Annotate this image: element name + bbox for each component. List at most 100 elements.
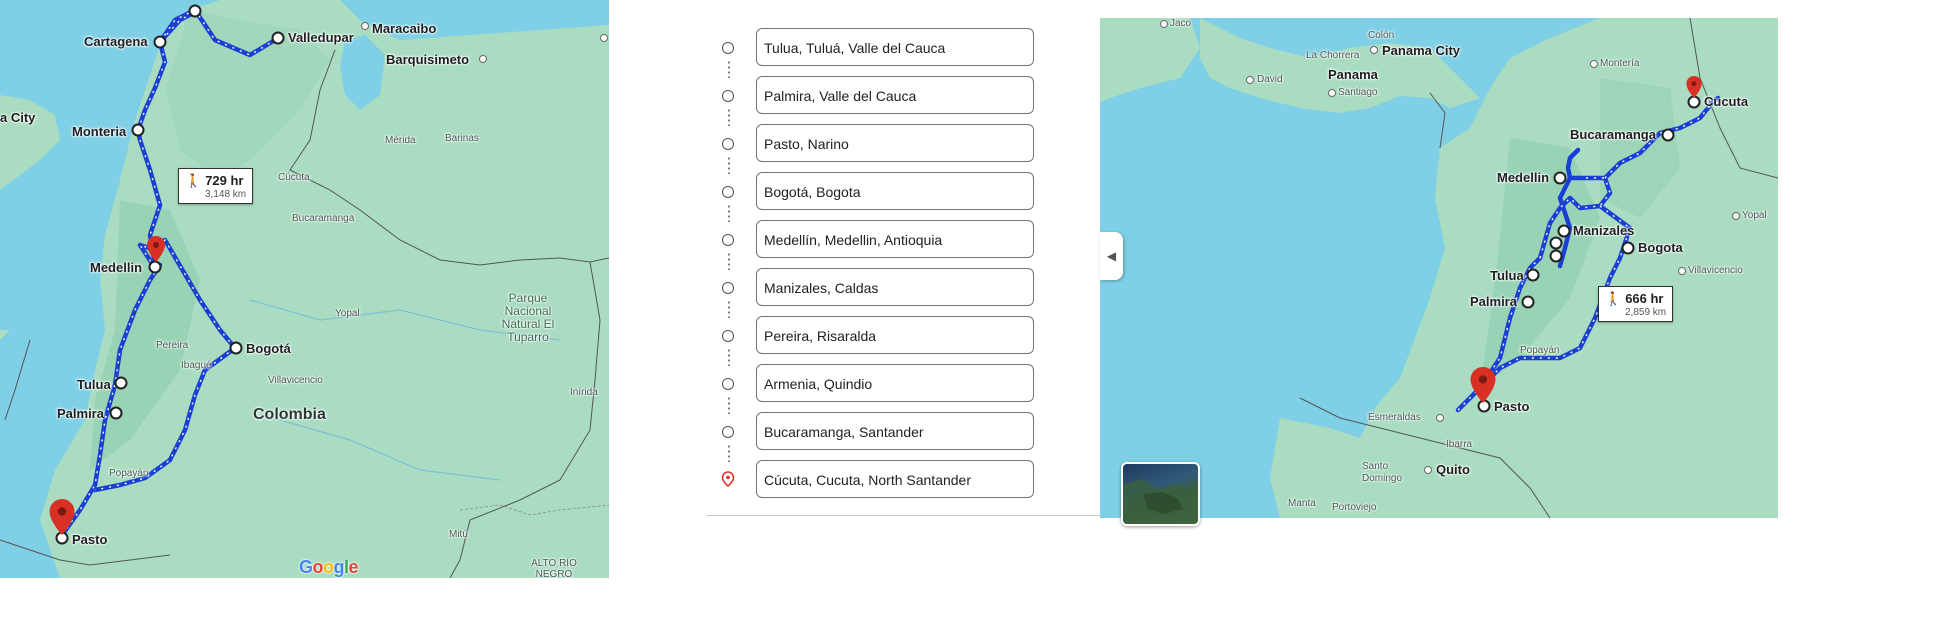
route-distance: 3,148 km — [205, 189, 247, 200]
place-dot — [1590, 60, 1598, 68]
waypoint-row: Bucaramanga, Santander — [707, 412, 1100, 462]
walking-icon: 🚶 — [185, 173, 202, 188]
stop-marker[interactable] — [1549, 236, 1563, 250]
map-label-popayan: Popayán — [1520, 345, 1560, 356]
map-label-monteria: Monteria — [72, 124, 127, 139]
map-label-inirida: Inírida — [570, 387, 598, 398]
route-map-left[interactable]: 🚶 729 hr 3,148 km Cartagena Valledupar Mo… — [0, 0, 609, 578]
map-label-pasto: Pasto — [1494, 399, 1530, 414]
waypoint-row: Cúcuta, Cucuta, North Santander — [707, 460, 1100, 500]
map-label-alto-rio-negro: ALTO RÍO NEGRO — [531, 558, 577, 578]
stop-marker[interactable] — [131, 123, 145, 137]
map-label-park: Parque Nacional Natural El Tuparro — [501, 291, 555, 344]
waypoint-input[interactable]: Pereira, Risaralda — [756, 316, 1034, 354]
map-label-ibague: Ibagué — [181, 360, 212, 371]
map-label-panama-city: a City — [0, 110, 36, 125]
waypoint-input[interactable]: Bucaramanga, Santander — [756, 412, 1034, 450]
waypoint-input[interactable]: Manizales, Caldas — [756, 268, 1034, 306]
walking-icon: 🚶 — [1605, 291, 1622, 306]
route-distance: 2,859 km — [1625, 307, 1667, 318]
map-label-yopal: Yopal — [1742, 210, 1767, 221]
map-label-cucuta: Cúcuta — [278, 172, 310, 183]
map-label-cucuta: Cucuta — [1704, 94, 1749, 109]
waypoint-input[interactable]: Tulua, Tuluá, Valle del Cauca — [756, 28, 1034, 66]
satellite-layer-icon — [1123, 479, 1198, 524]
map-label-maracaibo: Maracaibo — [372, 21, 437, 36]
google-logo: Google — [299, 557, 359, 577]
map-terrain — [0, 0, 609, 578]
collapse-panel-button[interactable]: ◀ — [1100, 232, 1123, 280]
map-label-ibarra: Ibarra — [1446, 439, 1473, 450]
map-label-pereira: Pereira — [156, 340, 189, 351]
route-duration-box[interactable]: 🚶 729 hr 3,148 km — [178, 168, 254, 204]
stop-marker[interactable] — [1553, 171, 1567, 185]
waypoint-input[interactable]: Medellín, Medellin, Antioquia — [756, 220, 1034, 258]
waypoint-row: Bogotá, Bogota — [707, 172, 1100, 222]
stop-marker[interactable] — [1526, 268, 1540, 282]
waypoint-input[interactable]: Bogotá, Bogota — [756, 172, 1034, 210]
location-pin-icon[interactable] — [1686, 76, 1702, 98]
place-dot — [479, 55, 487, 63]
stop-marker[interactable] — [153, 35, 167, 49]
stop-marker[interactable] — [109, 406, 123, 420]
map-label-la-chorrera: La Chorrera — [1306, 50, 1360, 61]
map-label-santiago: Santiago — [1338, 87, 1378, 98]
map-label-bogota: Bogota — [1638, 240, 1683, 255]
map-label-panama: Panama — [1328, 67, 1378, 82]
waypoint-circle-icon — [722, 90, 734, 102]
map-label-barinas: Barinas — [445, 133, 479, 144]
map-label-santo-domingo: Santo Domingo — [1362, 461, 1403, 484]
stop-marker[interactable] — [1549, 249, 1563, 263]
map-label-tulua: Tulua — [77, 377, 111, 392]
map-label-palmira: Palmira — [57, 406, 104, 421]
map-label-merida: Mérida — [385, 135, 416, 146]
map-label-manizales: Manizales — [1573, 223, 1635, 238]
waypoint-row: Medellín, Medellin, Antioquia — [707, 220, 1100, 270]
stop-marker[interactable] — [188, 4, 202, 18]
panel-divider — [707, 515, 1100, 516]
waypoint-row: Palmira, Valle del Cauca — [707, 76, 1100, 126]
route-duration-box[interactable]: 🚶 666 hr 2,859 km — [1598, 286, 1674, 322]
waypoint-input[interactable]: Palmira, Valle del Cauca — [756, 76, 1034, 114]
waypoint-input[interactable]: Pasto, Narino — [756, 124, 1034, 162]
satellite-layer-toggle[interactable] — [1121, 462, 1200, 526]
map-label-popayan: Popayán — [109, 468, 149, 479]
destination-pin-icon[interactable] — [1470, 367, 1496, 403]
map-label-villavicencio: Villavicencio — [268, 375, 323, 386]
map-label-mitu: Mitú — [449, 529, 468, 540]
stop-marker[interactable] — [1661, 128, 1675, 142]
waypoint-row: Tulua, Tuluá, Valle del Cauca — [707, 28, 1100, 78]
place-dot — [1732, 212, 1740, 220]
destination-pin-icon[interactable] — [49, 499, 75, 535]
location-pin-icon[interactable] — [147, 236, 165, 262]
map-label-medellin: Medellin — [1497, 170, 1550, 185]
map-label-villavicencio: Villavicencio — [1688, 265, 1743, 276]
map-label-panama-city: Panama City — [1382, 43, 1461, 58]
stop-marker[interactable] — [1557, 224, 1571, 238]
map-label-bogota: Bogotá — [246, 341, 291, 356]
map-label-monteria: Montería — [1600, 58, 1640, 69]
route-duration: 729 hr — [205, 173, 244, 188]
waypoint-input[interactable]: Armenia, Quindio — [756, 364, 1034, 402]
map-label-bucaramanga: Bucaramanga — [1570, 127, 1656, 142]
map-label-quito: Quito — [1436, 462, 1470, 477]
waypoint-circle-icon — [722, 426, 734, 438]
stop-marker[interactable] — [1521, 295, 1535, 309]
map-label-tulua: Tulua — [1490, 268, 1524, 283]
stop-marker[interactable] — [229, 341, 243, 355]
map-label-yopal: Yopal — [335, 308, 360, 319]
directions-panel: Tulua, Tuluá, Valle del Cauca Palmira, V… — [707, 0, 1100, 518]
stop-marker[interactable] — [1621, 241, 1635, 255]
waypoint-input[interactable]: Cúcuta, Cucuta, North Santander — [756, 460, 1034, 498]
stop-marker[interactable] — [114, 376, 128, 390]
map-label-palmira: Palmira — [1470, 294, 1517, 309]
map-label-jaco: Jaco — [1170, 18, 1192, 29]
place-dot — [600, 34, 608, 42]
route-map-right[interactable]: 🚶 666 hr 2,859 km Cucuta Bucaramanga Mede… — [1100, 18, 1778, 518]
map-label-esmeraldas: Esmeraldas — [1368, 412, 1421, 423]
map-label-barquisimeto: Barquisimeto — [386, 52, 470, 67]
stop-marker[interactable] — [148, 260, 162, 274]
stop-marker[interactable] — [271, 31, 285, 45]
waypoint-circle-icon — [722, 186, 734, 198]
place-dot — [1424, 466, 1432, 474]
